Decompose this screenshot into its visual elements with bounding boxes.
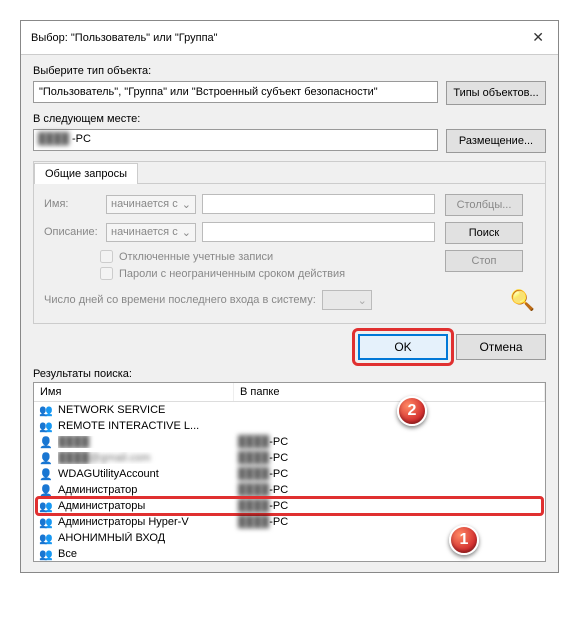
desc-match-combo[interactable]: начинается с xyxy=(106,223,196,242)
common-queries-tabpanel: Общие запросы Имя: начинается с Описание… xyxy=(33,161,546,324)
select-user-group-dialog: Выбор: "Пользователь" или "Группа" ✕ Выб… xyxy=(20,20,559,573)
name-input[interactable] xyxy=(202,194,435,214)
group-icon xyxy=(38,515,54,529)
group-icon xyxy=(38,419,54,433)
name-label: Имя: xyxy=(44,198,100,210)
ok-button[interactable]: OK xyxy=(358,334,448,360)
row-name: REMOTE INTERACTIVE L... xyxy=(58,420,238,432)
row-name: WDAGUtilityAccount xyxy=(58,468,238,480)
name-match-combo[interactable]: начинается с xyxy=(106,195,196,214)
row-name: Администраторы Hyper-V xyxy=(58,516,238,528)
disabled-accounts-checkbox[interactable] xyxy=(100,250,113,263)
non-expiring-pwd-checkbox[interactable] xyxy=(100,267,113,280)
row-folder: ████-PC xyxy=(238,436,541,448)
user-icon xyxy=(38,451,54,465)
table-row[interactable]: REMOTE INTERACTIVE L... xyxy=(34,418,545,434)
search-icon: 🔍 xyxy=(445,288,535,313)
annotation-badge-2: 2 xyxy=(397,396,427,426)
table-row[interactable]: Администратор████-PC xyxy=(34,482,545,498)
table-row[interactable]: NETWORK SERVICE xyxy=(34,402,545,418)
group-icon xyxy=(38,499,54,513)
table-row[interactable]: ████████-PC xyxy=(34,434,545,450)
row-name: АНОНИМНЫЙ ВХОД xyxy=(58,532,238,544)
results-header: Имя В папке xyxy=(34,383,545,402)
user-icon xyxy=(38,483,54,497)
titlebar: Выбор: "Пользователь" или "Группа" ✕ xyxy=(21,21,558,55)
cancel-button[interactable]: Отмена xyxy=(456,334,546,360)
stop-button[interactable]: Стоп xyxy=(445,250,523,272)
table-row[interactable]: WDAGUtilityAccount████-PC xyxy=(34,466,545,482)
row-name: ████@gmail.com xyxy=(58,452,238,464)
row-folder: ████-PC xyxy=(238,484,541,496)
row-folder: ████-PC xyxy=(238,452,541,464)
desc-input[interactable] xyxy=(202,222,435,242)
dialog-content: Выберите тип объекта: Типы объектов... В… xyxy=(21,55,558,572)
column-name[interactable]: Имя xyxy=(34,383,234,401)
results-label: Результаты поиска: xyxy=(33,366,546,382)
days-combo[interactable] xyxy=(322,290,372,310)
dialog-title: Выбор: "Пользователь" или "Группа" xyxy=(31,32,218,44)
row-name: Администраторы xyxy=(58,500,238,512)
desc-label: Описание: xyxy=(44,226,100,238)
locations-button[interactable]: Размещение... xyxy=(446,129,546,153)
annotation-badge-1: 1 xyxy=(449,525,479,555)
user-icon xyxy=(38,435,54,449)
group-icon xyxy=(38,531,54,545)
row-folder: ████-PC xyxy=(238,468,541,480)
row-name: NETWORK SERVICE xyxy=(58,404,238,416)
row-name: Администратор xyxy=(58,484,238,496)
row-name: Все xyxy=(58,548,238,560)
columns-button[interactable]: Столбцы... xyxy=(445,194,523,216)
non-expiring-pwd-check[interactable]: Пароли с неограниченным сроком действия xyxy=(100,267,435,280)
object-types-button[interactable]: Типы объектов... xyxy=(446,81,546,105)
location-input[interactable]: ████ -PC xyxy=(33,129,438,151)
row-folder: ████-PC xyxy=(238,516,541,528)
table-row[interactable]: Администраторы████-PC xyxy=(34,498,545,514)
row-name: ████ xyxy=(58,436,238,448)
row-folder: ████-PC xyxy=(238,500,541,512)
object-type-label: Выберите тип объекта: xyxy=(33,65,546,77)
user-icon xyxy=(38,467,54,481)
days-label: Число дней со времени последнего входа в… xyxy=(44,294,316,306)
group-icon xyxy=(38,403,54,417)
table-row[interactable]: ████@gmail.com████-PC xyxy=(34,450,545,466)
object-type-input[interactable] xyxy=(33,81,438,103)
location-label: В следующем месте: xyxy=(33,113,546,125)
disabled-accounts-check[interactable]: Отключенные учетные записи xyxy=(100,250,435,263)
find-now-button[interactable]: Поиск xyxy=(445,222,523,244)
column-folder[interactable]: В папке xyxy=(234,383,545,401)
tab-common-queries[interactable]: Общие запросы xyxy=(34,163,138,184)
group-icon xyxy=(38,547,54,561)
close-icon[interactable]: ✕ xyxy=(528,29,548,46)
